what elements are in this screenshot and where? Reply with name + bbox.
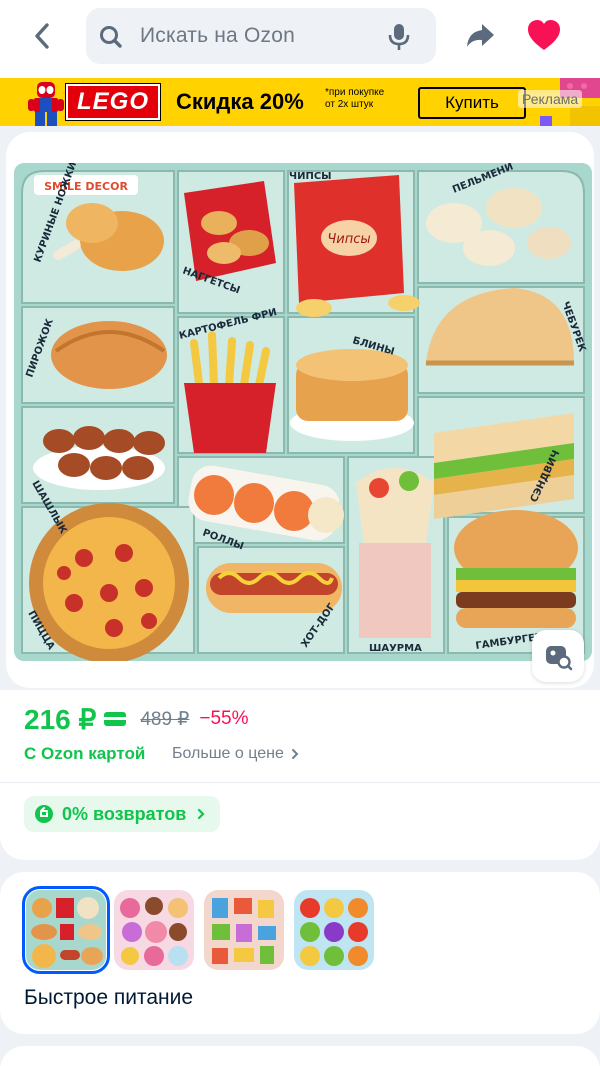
favorite-button[interactable] xyxy=(524,18,564,54)
price-row: 216 ₽ 489 ₽ −55% xyxy=(24,702,249,736)
banner-note-line-2: от 2х штук xyxy=(325,99,374,110)
current-price: 216 ₽ xyxy=(24,703,97,735)
chevron-right-icon xyxy=(198,808,205,820)
chips-bag-text: Чипсы xyxy=(327,232,370,247)
heart-icon xyxy=(528,20,560,50)
chevron-right-icon xyxy=(291,749,299,759)
banner-buy-button[interactable]: Купить xyxy=(418,87,526,119)
promo-banner[interactable]: LEGO Скидка 20% *при покупке от 2х штук … xyxy=(0,78,600,126)
variant-thumbnail-4[interactable] xyxy=(294,890,374,970)
visual-search-button[interactable] xyxy=(532,630,584,682)
variant-thumbnail-2[interactable] xyxy=(114,890,194,970)
label-shawarma: ШАУРМА xyxy=(369,643,422,654)
top-bar: Искать на Ozon xyxy=(0,0,600,78)
returns-label: 0% возвратов xyxy=(62,803,187,824)
image-search-icon xyxy=(546,646,573,671)
variant-thumbnail-image xyxy=(294,890,374,970)
next-section-card xyxy=(0,1046,600,1066)
variant-thumbnail-image xyxy=(26,890,106,970)
share-icon xyxy=(467,24,494,47)
banner-note-line-1: *при покупке xyxy=(325,87,385,98)
search-input[interactable]: Искать на Ozon xyxy=(86,8,436,64)
ozon-card-icon xyxy=(104,712,127,726)
variant-thumbnail-image xyxy=(204,890,284,970)
divider xyxy=(0,782,600,783)
price-card: 216 ₽ 489 ₽ −55% С Ozon картой Больше о … xyxy=(0,690,600,860)
old-price: 489 ₽ xyxy=(140,708,190,730)
price-details-link[interactable]: Больше о цене xyxy=(172,745,300,763)
search-icon xyxy=(100,26,122,48)
label-chips: ЧИПСЫ xyxy=(289,171,332,182)
back-button[interactable] xyxy=(22,18,62,54)
ad-label[interactable]: Реклама xyxy=(518,90,583,108)
banner-note: *при покупке от 2х штук xyxy=(325,87,384,111)
variants-card: Быстрое питание xyxy=(0,872,600,1034)
product-image[interactable]: Чипсы SMILE DECOR КУРИНЫЕ НОЖКИ НАГГЕТСЫ… xyxy=(14,163,592,661)
variant-thumbnail-image xyxy=(114,890,194,970)
share-button[interactable] xyxy=(460,18,500,54)
ozon-card-label: С Ozon картой xyxy=(24,744,146,763)
discount-percent: −55% xyxy=(199,708,249,729)
variant-thumbnail-3[interactable] xyxy=(204,890,284,970)
banner-discount: Скидка 20% xyxy=(176,89,304,114)
microphone-icon[interactable] xyxy=(386,22,412,52)
return-arrow-icon xyxy=(35,805,53,823)
lego-logo: LEGO xyxy=(65,83,161,121)
variant-title: Быстрое питание xyxy=(24,986,194,1009)
price-details-label: Больше о цене xyxy=(172,745,284,762)
returns-badge[interactable]: 0% возвратов xyxy=(24,796,221,832)
back-arrow-icon xyxy=(35,23,49,49)
search-placeholder: Искать на Ozon xyxy=(140,24,295,47)
variant-thumbnail-fast-food[interactable] xyxy=(22,886,110,974)
spider-man-figure-icon xyxy=(28,82,64,126)
